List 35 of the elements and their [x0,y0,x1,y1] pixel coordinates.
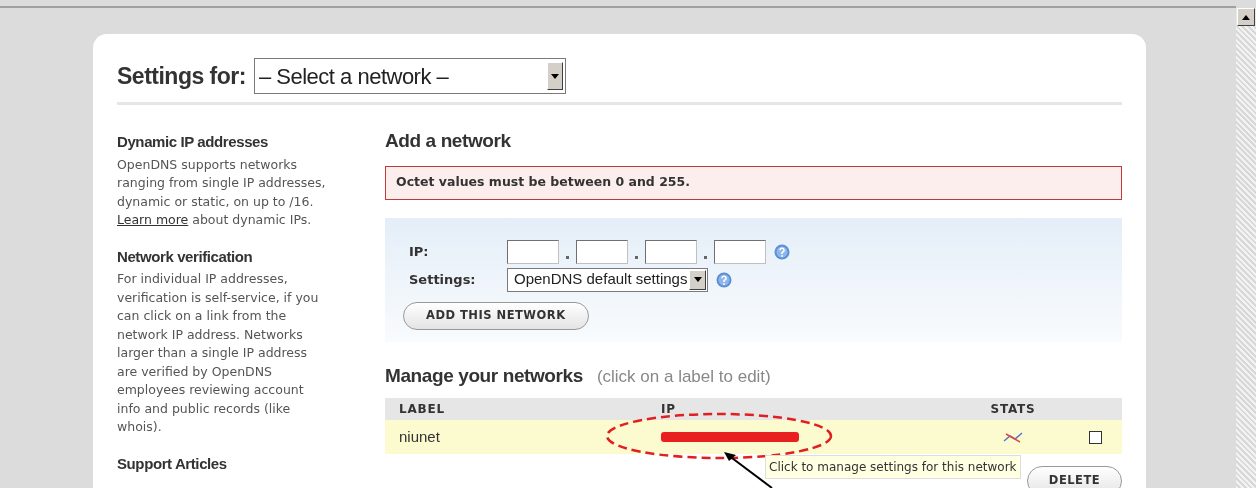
help-icon[interactable] [716,271,733,288]
octet-separator-icon [704,256,707,259]
settings-select[interactable]: OpenDNS default settings [507,267,709,292]
network-select[interactable]: – Select a network – [253,58,566,94]
sidebar-heading: Network verification [117,246,254,267]
tooltip: Click to manage settings for this network [765,455,1021,479]
octet-input[interactable] [714,239,766,264]
manage-networks-heading: Manage your networks [385,363,583,388]
settings-for-label: Settings for: [117,61,246,91]
learn-more-link[interactable]: Learn more [117,212,189,227]
sidebar-heading: Dynamic IP addresses [117,132,269,152]
column-header: LABEL [398,401,446,418]
error-message: Octet values must be between 0 and 255. [385,165,1122,200]
octet-input[interactable] [645,239,697,264]
add-network-button[interactable]: ADD THIS NETWORK [403,301,589,330]
add-network-heading: Add a network [385,129,512,153]
network-label[interactable]: niunet [385,425,440,449]
manage-hint: (click on a label to edit) [596,365,771,388]
delete-button[interactable]: DELETE [1027,466,1122,488]
sidebar-heading: Support Articles [117,453,228,474]
sidebar-paragraph: For individual IP addresses, verification is self-service, if you can click on a link from the network IP address. Networks larger than a single IP address are verified by OpenDNS employees reviewing account info and public records (like whois). [117,270,320,436]
help-icon[interactable] [774,243,790,260]
vertical-scrollbar[interactable] [1236,8,1256,488]
octet-separator-icon [566,256,569,259]
sidebar-paragraph: OpenDNS supports networks ranging from single IP addresses, dynamic or static, on up to /16. Learn more about dynamic IPs. [117,155,327,229]
scroll-up-icon[interactable] [1237,8,1255,26]
octet-separator-icon [635,256,638,259]
stats-chart-icon[interactable] [1003,431,1023,443]
octet-input[interactable] [576,239,628,264]
row-checkbox[interactable] [1089,430,1102,444]
column-header: IP [660,401,677,418]
octet-input[interactable] [507,239,559,264]
column-header: STATS [990,401,1036,418]
settings-label: Settings: [408,270,477,289]
ip-label: IP: [408,242,430,261]
